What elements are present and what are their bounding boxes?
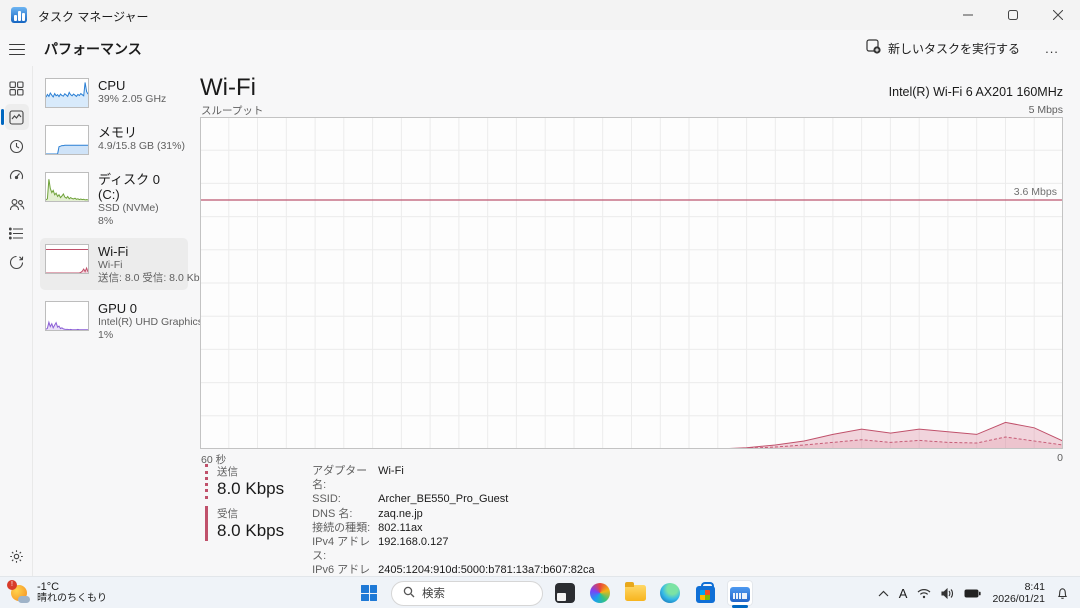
- sidebar-item-users[interactable]: [0, 190, 33, 218]
- wifi-mini-chart: [45, 244, 89, 274]
- send-stat: 送信 8.0 Kbps: [205, 464, 284, 499]
- chart-ymax-label: 5 Mbps: [1029, 104, 1063, 116]
- search-placeholder: 検索: [422, 585, 445, 601]
- taskbar-store[interactable]: [692, 580, 718, 606]
- sidebar-item-settings[interactable]: [0, 542, 33, 570]
- titlebar: タスク マネージャー: [0, 0, 1080, 30]
- field-row: 接続の種類:802.11ax: [312, 521, 595, 535]
- wifi-tray-icon[interactable]: [914, 580, 934, 606]
- perf-item-memory[interactable]: メモリ 4.9/15.8 GB (31%): [40, 119, 188, 161]
- menu-icon[interactable]: [9, 40, 25, 54]
- main-title: Wi-Fi: [200, 74, 256, 102]
- volume-icon[interactable]: [938, 580, 957, 606]
- store-icon: [696, 586, 715, 603]
- weather-description: 晴れのちくもり: [37, 593, 107, 605]
- perf-item-wifi[interactable]: Wi-Fi Wi-Fi 送信: 8.0 受信: 8.0 Kbps: [40, 238, 188, 290]
- search-icon: [403, 586, 415, 601]
- perf-item-gpu[interactable]: GPU 0 Intel(R) UHD Graphics 1%: [40, 295, 188, 347]
- weather-temperature: -1°C: [37, 581, 107, 593]
- sidebar-item-details[interactable]: [0, 219, 33, 247]
- more-options-button[interactable]: ...: [1038, 35, 1066, 61]
- notification-bell-icon[interactable]: [1053, 580, 1072, 606]
- hidden-icons-chevron[interactable]: [875, 580, 892, 606]
- field-row: IPv4 アドレス:192.168.0.127: [312, 535, 595, 563]
- taskbar-copilot[interactable]: [587, 580, 613, 606]
- edge-icon: [660, 583, 680, 603]
- perf-item-disk[interactable]: ディスク 0 (C:) SSD (NVMe) 8%: [40, 166, 188, 233]
- nav-rail: [0, 66, 33, 576]
- sidebar-item-startup-apps[interactable]: [0, 161, 33, 189]
- copilot-icon: [590, 583, 610, 603]
- chart-xlabel-right: 0: [1057, 452, 1063, 464]
- close-button[interactable]: [1035, 0, 1080, 30]
- adapter-name: Intel(R) Wi-Fi 6 AX201 160MHz: [889, 85, 1063, 99]
- clock[interactable]: 8:41 2026/01/21: [988, 581, 1049, 605]
- throughput-chart: 3.6 Mbps: [200, 117, 1063, 449]
- screen: タスク マネージャー パフォーマンス 新しいタスクを実行する ...: [0, 0, 1080, 608]
- taskbar-task-manager[interactable]: [727, 580, 753, 606]
- date: 2026/01/21: [992, 593, 1045, 605]
- taskbar: ! -1°C 晴れのちくもり 検索: [0, 576, 1080, 608]
- run-new-task-button[interactable]: 新しいタスクを実行する: [856, 35, 1030, 61]
- disk-mini-chart: [45, 172, 89, 202]
- selected-indicator: [1, 109, 4, 125]
- field-row: SSID:Archer_BE550_Pro_Guest: [312, 492, 595, 506]
- new-task-icon: [866, 39, 881, 57]
- window-title: タスク マネージャー: [38, 8, 149, 25]
- start-button[interactable]: [356, 580, 382, 606]
- task-manager-window: タスク マネージャー パフォーマンス 新しいタスクを実行する ...: [0, 0, 1080, 576]
- field-row: DNS 名:zaq.ne.jp: [312, 507, 595, 521]
- dark-app-icon: [555, 583, 575, 603]
- minimize-button[interactable]: [945, 0, 990, 30]
- svg-text:3.6 Mbps: 3.6 Mbps: [1014, 186, 1057, 198]
- run-new-task-label: 新しいタスクを実行する: [888, 40, 1020, 57]
- task-manager-app-icon: [11, 7, 27, 23]
- chart-caption: スループット: [201, 103, 263, 118]
- performance-list: CPU 39% 2.05 GHz メモリ 4.9/15.8 GB (31%) デ…: [40, 72, 188, 352]
- receive-stat: 受信 8.0 Kbps: [205, 506, 284, 541]
- sidebar-item-processes[interactable]: [0, 74, 33, 102]
- sidebar-item-services[interactable]: [0, 248, 33, 276]
- ime-mode-indicator[interactable]: A: [896, 580, 911, 606]
- time: 8:41: [992, 581, 1045, 593]
- task-manager-icon: [730, 587, 750, 602]
- taskbar-file-explorer[interactable]: [622, 580, 648, 606]
- header: パフォーマンス 新しいタスクを実行する ...: [0, 30, 1080, 66]
- search-input[interactable]: 検索: [391, 581, 543, 606]
- battery-icon[interactable]: [961, 580, 984, 606]
- field-row: アダプター名:Wi-Fi: [312, 464, 595, 492]
- system-tray: A 8:41 2026/01/21: [875, 579, 1072, 607]
- folder-icon: [625, 585, 646, 601]
- taskbar-app-dark[interactable]: [552, 580, 578, 606]
- weather-widget[interactable]: ! -1°C 晴れのちくもり: [8, 579, 107, 607]
- sidebar-item-performance[interactable]: [0, 103, 33, 131]
- memory-mini-chart: [45, 125, 89, 155]
- weather-icon: !: [8, 582, 30, 604]
- taskbar-edge[interactable]: [657, 580, 683, 606]
- perf-item-cpu[interactable]: CPU 39% 2.05 GHz: [40, 72, 188, 114]
- windows-logo-icon: [361, 585, 377, 601]
- sidebar-item-app-history[interactable]: [0, 132, 33, 160]
- page-title: パフォーマンス: [44, 39, 142, 59]
- gpu-mini-chart: [45, 301, 89, 331]
- cpu-mini-chart: [45, 78, 89, 108]
- maximize-button[interactable]: [990, 0, 1035, 30]
